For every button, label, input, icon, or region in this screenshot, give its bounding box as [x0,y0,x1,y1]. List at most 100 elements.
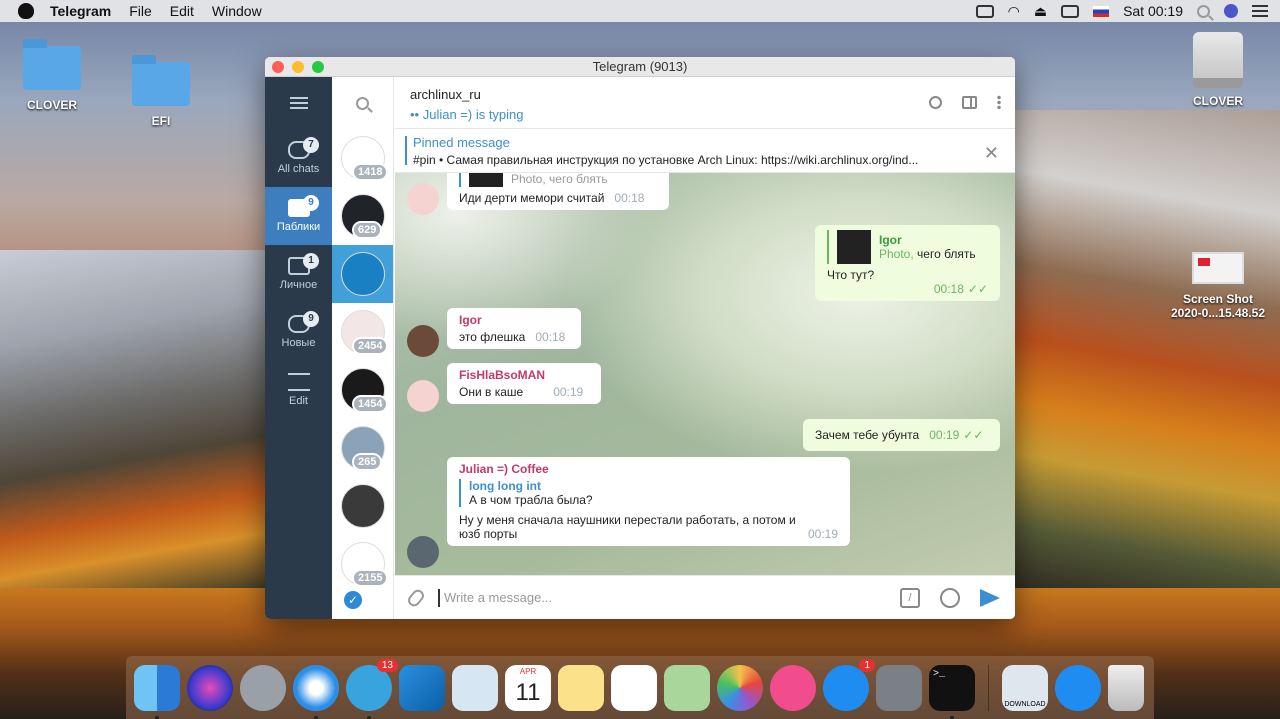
menu-edit[interactable]: Edit [170,3,194,19]
chat-list-item[interactable]: 2454 [332,303,393,361]
app-store-download-icon[interactable] [1055,664,1101,711]
chat-list-item[interactable]: 2155 [332,535,393,593]
menu-file[interactable]: File [129,3,152,19]
minimize-window-button[interactable] [292,61,304,73]
badge: 13 [376,658,398,672]
folder-publics[interactable]: 9 Паблики [265,187,332,245]
battery-icon[interactable] [1061,4,1080,18]
compose-bar: Write a message... / [395,575,1015,619]
window-titlebar[interactable]: Telegram (9013) [265,57,1015,77]
terminal-prompt: >_ [933,668,946,680]
message-history[interactable]: Photo, чего блять Иди дерти мемори счита… [395,173,1015,575]
sender-name[interactable]: FisHlaBsoMAN [459,368,589,382]
folder-label: Паблики [276,221,321,233]
zoom-window-button[interactable] [312,61,324,73]
folder-personal[interactable]: 1 Личное [265,245,332,303]
search-icon[interactable] [929,95,942,109]
app-store-icon[interactable]: 1 [823,658,875,711]
pinned-title: Pinned message [413,135,510,150]
trash-icon[interactable] [1108,664,1144,711]
avatar[interactable] [407,536,439,568]
launchpad-icon[interactable] [240,664,286,711]
attach-icon[interactable] [405,586,427,609]
sender-name[interactable]: Igor [459,313,569,327]
more-icon[interactable] [997,95,1001,109]
message-time: 00:18 [933,282,964,296]
eject-icon[interactable]: ⏏ [1034,3,1047,20]
message-text: Что тут? [827,268,875,282]
system-preferences-icon[interactable] [876,664,922,711]
folder-edit[interactable]: Edit [265,361,332,419]
itunes-icon[interactable] [770,664,816,711]
wifi-icon[interactable]: ◠ [1008,3,1020,20]
close-icon[interactable]: ✕ [984,143,999,164]
close-window-button[interactable] [272,61,284,73]
chat-list-item[interactable] [332,245,393,303]
desktop-efi-drive[interactable]: EFI [106,55,216,128]
maps-icon[interactable] [664,664,710,711]
reply-text: Photo, чего блять [511,173,608,186]
desktop-icon-label: CLOVER [26,98,77,112]
finder-icon[interactable] [134,664,180,719]
send-icon[interactable] [980,588,1000,607]
calendar-day: 11 [515,678,541,706]
reply-preview[interactable]: Photo, чего блять [459,173,657,187]
reply-preview[interactable]: long long int А в чом трабла была? [459,479,838,507]
search-button[interactable] [332,77,393,129]
unread-badge: 1418 [352,163,389,181]
desktop-screenshot-file[interactable]: Screen Shot 2020-0...15.48.52 [1163,252,1273,320]
photos-icon[interactable] [717,664,763,711]
calendar-icon[interactable]: 11 [505,664,551,711]
emoji-icon[interactable] [940,587,960,608]
safari-icon[interactable] [293,664,339,719]
telegram-icon[interactable]: 13 [346,658,398,719]
avatar[interactable] [407,183,439,215]
spotlight-icon[interactable] [1197,4,1210,18]
menu-app[interactable]: Telegram [50,3,111,19]
siri-icon[interactable] [187,664,233,711]
siri-icon[interactable] [1224,4,1238,18]
vscode-icon[interactable] [399,664,445,711]
terminal-icon[interactable]: >_ [929,664,975,719]
sender-name[interactable]: Julian =) Coffee [459,462,838,476]
chat-list-item[interactable]: 629 [332,187,393,245]
notes-icon[interactable] [558,664,604,711]
input-source-flag-icon[interactable] [1093,5,1110,17]
side-panel-icon[interactable] [962,95,977,109]
chat-list-item[interactable]: 265 [332,419,393,477]
downloads-label: DOWNLOAD [1004,700,1046,708]
chat-list-item[interactable]: 1418 [332,129,393,187]
telegram-status-icon[interactable] [975,4,994,18]
chat-list-item[interactable]: 1454 [332,361,393,419]
chat-area: archlinux_ru •• Julian =) is typing Pinn… [395,77,1015,619]
clock[interactable]: Sat 00:19 [1123,3,1183,19]
mail-stamp-icon[interactable] [452,664,498,711]
chat-title[interactable]: archlinux_ru [410,87,1000,102]
desktop-clover-drive[interactable]: CLOVER [0,39,107,112]
telegram-window: Telegram (9013) 7 All chats 9 Паблики 1 … [265,57,1015,619]
folder-badge: 1 [303,253,319,269]
avatar[interactable] [407,380,439,412]
menu-button[interactable] [265,77,332,129]
read-checkmarks-icon: ✓✓ [967,282,988,296]
reply-preview[interactable]: Igor Photo, чего блять [827,230,988,264]
desktop-icon-label: 2020-0...15.48.52 [1170,306,1266,320]
folder-new[interactable]: 9 Новые [265,303,332,361]
message-input[interactable]: Write a message... [438,588,900,607]
unread-badge: 629 [352,221,383,239]
apple-icon[interactable] [18,3,34,19]
menu-window[interactable]: Window [212,3,262,19]
reminders-icon[interactable] [611,664,657,711]
downloads-stack-icon[interactable]: DOWNLOAD [1002,664,1048,711]
badge: 1 [859,658,875,672]
avatar[interactable] [407,325,439,357]
chat-list-item[interactable] [332,477,393,535]
folder-badge: 9 [303,195,319,211]
read-checkmarks-icon: ✓✓ [963,428,984,442]
folder-all-chats[interactable]: 7 All chats [265,129,332,187]
bot-commands-icon[interactable]: / [900,587,920,608]
folder-badge: 7 [303,137,319,153]
pinned-message-bar[interactable]: Pinned message #pin • Самая правильная и… [395,129,1015,173]
notification-center-icon[interactable] [1252,5,1268,17]
desktop-clover-volume[interactable]: CLOVER [1163,32,1273,108]
